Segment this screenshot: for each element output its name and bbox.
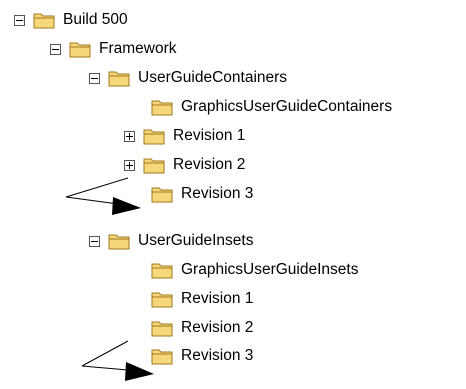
folder-tree: Build 500 Framework UserGuideContainers …	[0, 0, 466, 389]
folder-icon	[143, 129, 165, 145]
collapse-toggle-icon[interactable]	[14, 14, 25, 26]
tree-node-label: Revision 1	[181, 290, 254, 307]
folder-open-icon	[33, 13, 55, 29]
tree-node-label: Revision 3	[181, 347, 254, 364]
tree-node-label: Revision 3	[181, 185, 254, 202]
tree-node-containers-revision-3[interactable]: Revision 3	[151, 180, 253, 208]
tree-node-label: GraphicsUserGuideInsets	[181, 261, 359, 278]
folder-icon	[151, 349, 173, 365]
tree-node-userguideinsets[interactable]: UserGuideInsets	[89, 227, 253, 255]
tree-node-label: Revision 2	[181, 319, 254, 336]
tree-node-graphicsuserguideinsets[interactable]: GraphicsUserGuideInsets	[151, 256, 358, 284]
arrow-icon	[65, 177, 141, 215]
tree-node-containers-revision-2[interactable]: Revision 2	[124, 151, 245, 179]
tree-node-label: Revision 1	[173, 127, 246, 144]
tree-node-label: Build 500	[63, 11, 128, 28]
tree-node-containers-revision-1[interactable]: Revision 1	[124, 122, 245, 150]
tree-node-label: UserGuideContainers	[138, 69, 288, 86]
tree-node-userguidecontainers[interactable]: UserGuideContainers	[89, 64, 287, 92]
tree-node-insets-revision-2[interactable]: Revision 2	[151, 314, 253, 342]
folder-open-icon	[69, 42, 91, 58]
folder-icon	[151, 263, 173, 279]
tree-node-insets-revision-3[interactable]: Revision 3	[151, 342, 253, 370]
folder-icon	[151, 292, 173, 308]
folder-icon	[143, 158, 165, 174]
expand-toggle-icon[interactable]	[124, 130, 135, 142]
tree-node-insets-revision-1[interactable]: Revision 1	[151, 285, 253, 313]
arrow-icon	[81, 340, 154, 381]
tree-node-framework[interactable]: Framework	[50, 35, 177, 63]
collapse-toggle-icon[interactable]	[89, 235, 100, 247]
folder-icon	[151, 321, 173, 337]
tree-node-build-500[interactable]: Build 500	[14, 6, 128, 34]
tree-node-label: UserGuideInsets	[138, 232, 254, 249]
folder-icon	[151, 100, 173, 116]
folder-open-icon	[108, 234, 130, 250]
tree-node-label: Revision 2	[173, 156, 246, 173]
tree-node-label: GraphicsUserGuideContainers	[181, 98, 393, 115]
folder-icon	[151, 187, 173, 203]
collapse-toggle-icon[interactable]	[50, 43, 61, 55]
folder-open-icon	[108, 71, 130, 87]
expand-toggle-icon[interactable]	[124, 159, 135, 171]
tree-node-graphicsuserguidecontainers[interactable]: GraphicsUserGuideContainers	[151, 93, 392, 121]
collapse-toggle-icon[interactable]	[89, 72, 100, 84]
tree-node-label: Framework	[99, 40, 177, 57]
